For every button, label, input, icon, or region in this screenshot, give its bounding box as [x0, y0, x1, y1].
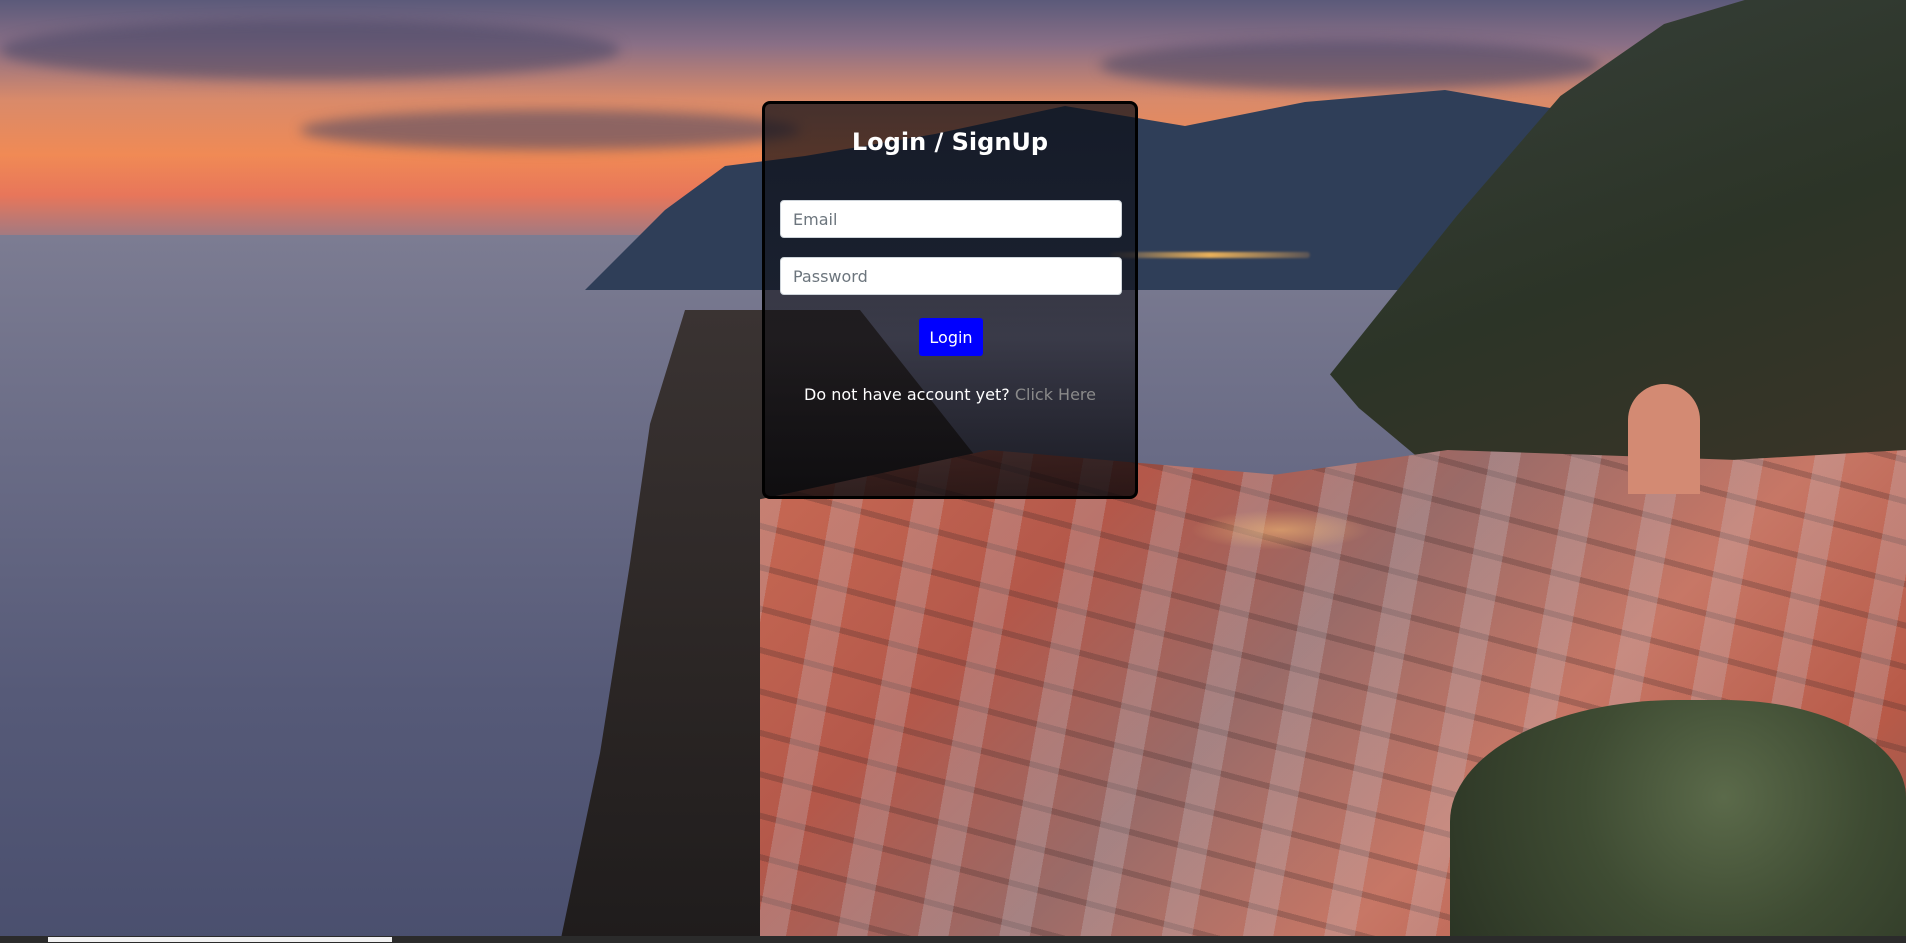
login-button[interactable]: Login [919, 318, 983, 356]
horizontal-scrollbar[interactable] [0, 936, 1906, 943]
background-harbor-lights [1190, 510, 1370, 550]
background-shore-lights [1110, 252, 1310, 258]
background-cloud [1100, 40, 1600, 90]
signup-prompt-line: Do not have account yet? Click Here [765, 385, 1135, 404]
login-title: Login / SignUp [851, 128, 1049, 156]
background-church-tower [1628, 384, 1700, 494]
background-trees [1450, 700, 1906, 943]
scrollbar-thumb[interactable] [48, 937, 392, 942]
login-page: Login / SignUp Login Do not have account… [0, 0, 1906, 943]
signup-link[interactable]: Click Here [1015, 385, 1096, 404]
password-input[interactable] [780, 257, 1122, 295]
background-cloud [300, 110, 800, 150]
email-input[interactable] [780, 200, 1122, 238]
background-cloud [0, 20, 620, 80]
signup-prompt-text: Do not have account yet? [804, 385, 1015, 404]
login-form-card: Login / SignUp Login Do not have account… [762, 101, 1138, 499]
